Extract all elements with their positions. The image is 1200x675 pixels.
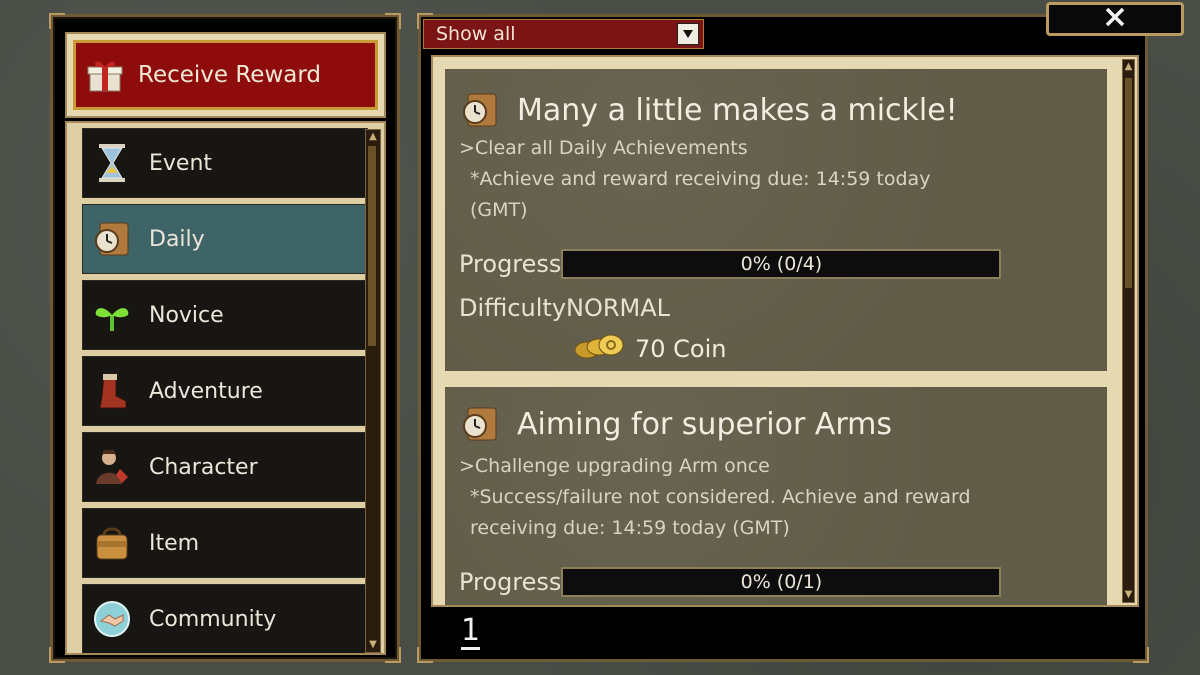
achievement-header: Aiming for superior Arms: [459, 403, 892, 445]
achievement-title: Many a little makes a mickle!: [517, 92, 958, 128]
sidebar-item-label: Daily: [149, 226, 205, 252]
scroll-up-icon[interactable]: ▲: [366, 130, 380, 144]
sidebar-item-community[interactable]: Community: [82, 584, 368, 653]
achievement-scrollbar[interactable]: ▲ ▼: [1122, 59, 1135, 603]
coin-icon: [573, 333, 625, 365]
bag-icon: [91, 522, 133, 564]
scrollbar-thumb[interactable]: [1125, 78, 1132, 288]
achievement-note: *Success/failure not considered. Achieve…: [470, 486, 971, 539]
scroll-down-icon[interactable]: ▼: [1123, 588, 1134, 602]
handshake-icon: [91, 598, 133, 640]
achievement-list-frame: Many a little makes a mickle! >Clear all…: [431, 55, 1139, 607]
sidebar-item-label: Novice: [149, 302, 224, 328]
boot-icon: [91, 370, 133, 412]
receive-reward-frame: Receive Reward: [65, 32, 386, 118]
achievement-title: Aiming for superior Arms: [517, 406, 893, 442]
frame-corner: [49, 647, 65, 663]
progress-text: 0% (0/4): [740, 253, 823, 275]
close-icon: [1104, 6, 1126, 32]
frame-corner: [49, 13, 65, 29]
sidebar-item-novice[interactable]: Novice: [82, 280, 368, 350]
reward-row: 70 Coin: [573, 333, 727, 365]
page-number[interactable]: 1: [461, 615, 481, 650]
sidebar-item-character[interactable]: Character: [82, 432, 368, 502]
scroll-up-icon[interactable]: ▲: [1123, 60, 1134, 74]
clock-scroll-icon: [459, 403, 501, 445]
sidebar-item-label: Character: [149, 454, 258, 480]
category-list-frame: Event Daily Novice Adventure Character I…: [65, 121, 386, 655]
scrollbar-thumb[interactable]: [368, 146, 376, 346]
progress-row: Progress 0% (0/1): [459, 567, 1002, 597]
achievement-panel: Show all Many a little makes a mickle! >…: [417, 13, 1149, 663]
close-button[interactable]: [1046, 2, 1184, 36]
achievement-card: Many a little makes a mickle! >Clear all…: [445, 69, 1107, 371]
frame-corner: [385, 13, 401, 29]
category-scrollbar[interactable]: ▲ ▼: [365, 129, 381, 653]
clock-scroll-icon: [91, 218, 133, 260]
progress-row: Progress 0% (0/4): [459, 249, 1002, 279]
sidebar-item-event[interactable]: Event: [82, 128, 368, 198]
clock-scroll-icon: [459, 89, 501, 131]
sidebar-item-label: Adventure: [149, 378, 263, 404]
category-list: Event Daily Novice Adventure Character I…: [82, 128, 368, 653]
sidebar-item-label: Event: [149, 150, 213, 176]
achievement-header: Many a little makes a mickle!: [459, 89, 958, 131]
sidebar-item-daily[interactable]: Daily: [82, 204, 368, 274]
receive-reward-label: Receive Reward: [138, 62, 322, 88]
frame-corner: [1133, 647, 1149, 663]
receive-reward-button[interactable]: Receive Reward: [73, 40, 378, 110]
sidebar-item-adventure[interactable]: Adventure: [82, 356, 368, 426]
gift-box-icon: [84, 54, 126, 96]
sprout-icon: [91, 294, 133, 336]
filter-dropdown[interactable]: Show all: [423, 19, 704, 49]
chevron-down-icon[interactable]: [677, 23, 699, 45]
progress-bar: 0% (0/1): [561, 567, 1002, 597]
filter-selected-value: Show all: [436, 23, 516, 45]
scroll-down-icon[interactable]: ▼: [366, 638, 380, 652]
difficulty-text: DifficultyNORMAL: [459, 294, 671, 322]
character-icon: [91, 446, 133, 488]
sidebar-item-label: Item: [149, 530, 200, 556]
frame-corner: [417, 647, 433, 663]
progress-text: 0% (0/1): [740, 571, 823, 593]
category-panel: Receive Reward Event Daily Novice Advent…: [49, 13, 401, 663]
frame-corner: [385, 647, 401, 663]
achievement-description: >Challenge upgrading Arm once: [459, 455, 770, 477]
sidebar-item-item[interactable]: Item: [82, 508, 368, 578]
sidebar-item-label: Community: [149, 606, 277, 632]
progress-label: Progress: [459, 250, 562, 278]
progress-label: Progress: [459, 568, 562, 596]
achievement-card: Aiming for superior Arms >Challenge upgr…: [445, 387, 1107, 605]
achievement-description: >Clear all Daily Achievements: [459, 137, 748, 159]
progress-bar: 0% (0/4): [561, 249, 1002, 279]
achievement-note: *Achieve and reward receiving due: 14:59…: [470, 168, 931, 221]
reward-amount: 70 Coin: [635, 335, 727, 363]
hourglass-icon: [91, 142, 133, 184]
